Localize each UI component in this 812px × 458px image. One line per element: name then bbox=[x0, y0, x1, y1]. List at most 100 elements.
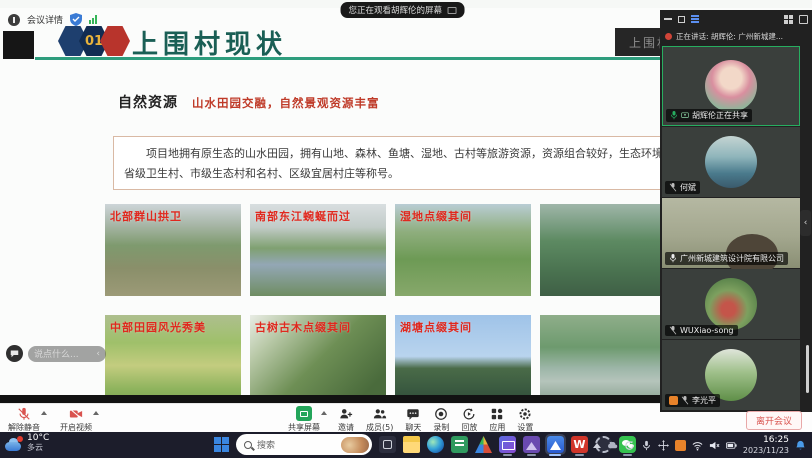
playback-icon bbox=[462, 406, 476, 421]
speaking-status: 正在讲话: 胡辉伦: 广州新城建... bbox=[676, 31, 783, 42]
start-video-button[interactable]: 开启视频 bbox=[60, 406, 92, 433]
battery-icon[interactable] bbox=[726, 440, 737, 451]
chat-collapse-icon[interactable]: ‹ bbox=[96, 349, 100, 359]
mail-app-button[interactable] bbox=[499, 436, 516, 453]
wps-office-button[interactable]: W bbox=[571, 436, 588, 453]
invite-button[interactable]: 邀请 bbox=[338, 406, 354, 433]
share-screen-button[interactable]: 共享屏幕 bbox=[288, 406, 320, 433]
hand-raised-icon bbox=[669, 396, 678, 405]
collapse-glyph: ‹ bbox=[804, 218, 808, 228]
photos-app-button[interactable] bbox=[475, 436, 492, 453]
tray-mic-icon[interactable] bbox=[641, 440, 652, 451]
camera-options-caret[interactable] bbox=[93, 411, 99, 415]
volume-icon[interactable] bbox=[709, 440, 720, 451]
photo-mountain-lake bbox=[540, 204, 676, 296]
photo-caption: 北部群山拱卫 bbox=[110, 208, 182, 224]
cloud-sync-icon[interactable] bbox=[607, 440, 618, 451]
notification-bell-icon[interactable] bbox=[795, 440, 806, 451]
search-placeholder: 搜索 bbox=[257, 438, 336, 451]
slide-logo: 01 bbox=[58, 25, 130, 57]
members-button[interactable]: 成员(5) bbox=[366, 406, 393, 433]
panel-collapse-handle[interactable]: ‹ bbox=[800, 210, 811, 236]
tray-app-icon[interactable] bbox=[675, 440, 686, 451]
quick-chat-placeholder: 说点什么... bbox=[34, 347, 79, 360]
photo-caption: 南部东江蜿蜒而过 bbox=[255, 208, 351, 224]
mic-on-icon bbox=[670, 111, 678, 120]
wifi-icon[interactable] bbox=[692, 440, 703, 451]
photo-wetland: 湿地点缀其间 bbox=[395, 204, 531, 296]
invite-icon bbox=[339, 406, 353, 421]
weather-icon bbox=[5, 436, 23, 451]
notes-app-button[interactable] bbox=[451, 436, 468, 453]
meeting-info-icon[interactable] bbox=[8, 14, 20, 26]
leave-meeting-button[interactable]: 离开会议 bbox=[746, 411, 802, 430]
apps-icon bbox=[490, 406, 504, 421]
settings-gear-icon bbox=[518, 406, 532, 421]
quick-chat-input[interactable]: 说点什么... ‹ bbox=[28, 346, 106, 362]
record-button[interactable]: 录制 bbox=[433, 406, 449, 433]
participant-tile-sharing[interactable]: 胡辉伦正在共享 bbox=[662, 46, 800, 126]
move-tool-icon[interactable] bbox=[658, 440, 669, 451]
restore-window-icon[interactable] bbox=[678, 16, 685, 23]
taskbar-weather-widget[interactable]: 10°C 多云 bbox=[5, 434, 49, 453]
microphone-muted-icon bbox=[17, 406, 31, 421]
settings-button[interactable]: 设置 bbox=[517, 406, 533, 433]
sharing-icon bbox=[681, 111, 689, 120]
network-signal-icon[interactable] bbox=[89, 15, 97, 24]
meeting-app-button[interactable] bbox=[547, 436, 564, 453]
screen-icon bbox=[447, 7, 456, 14]
search-icon bbox=[244, 441, 252, 449]
start-button[interactable] bbox=[214, 437, 229, 452]
participant-tile[interactable]: 何斌 bbox=[662, 127, 800, 197]
participant-name: 广州新城建筑设计院有限公司 bbox=[680, 253, 784, 264]
photo-caption: 古树古木点缀其间 bbox=[255, 319, 351, 335]
slide-body-text: 项目地拥有原生态的山水田园，拥有山地、森林、鱼塘、湿地、古村等旅游资源，资源组合… bbox=[124, 144, 747, 185]
apps-button[interactable]: 应用 bbox=[489, 406, 505, 433]
design-app-button[interactable] bbox=[523, 436, 540, 453]
meeting-details-label[interactable]: 会议详情 bbox=[27, 13, 63, 26]
participant-name: WUXiao-song bbox=[680, 326, 734, 335]
chat-button[interactable]: 聊天 bbox=[405, 406, 421, 433]
task-view-button[interactable] bbox=[379, 436, 396, 453]
watching-share-banner[interactable]: 您正在观看胡辉伦的屏幕 bbox=[341, 2, 465, 18]
avatar bbox=[705, 60, 757, 112]
avatar bbox=[705, 278, 757, 330]
participant-tile[interactable]: WUXiao-song bbox=[662, 269, 800, 339]
photo-grid: 北部群山拱卫 南部东江蜿蜒而过 湿地点缀其间 中部田园风光秀美 古树古木点缀其间… bbox=[105, 204, 676, 403]
sync-icon[interactable] bbox=[624, 440, 635, 451]
record-icon bbox=[434, 406, 448, 421]
minimize-icon[interactable] bbox=[664, 18, 672, 20]
security-shield-icon[interactable] bbox=[70, 13, 82, 26]
photo-farmland: 中部田园风光秀美 bbox=[105, 315, 241, 403]
participant-tile[interactable]: 李光平 bbox=[662, 340, 800, 410]
meeting-window: 上围村 01 上围村现状 自然资源 山水田园交融，自然景观资源丰富 项目地拥有原… bbox=[0, 0, 812, 458]
photo-caption: 湿地点缀其间 bbox=[400, 208, 472, 224]
panel-scrollbar[interactable] bbox=[806, 345, 809, 393]
slide-left-decoration bbox=[3, 31, 34, 59]
layout-switch-icon[interactable] bbox=[691, 15, 699, 23]
taskbar-clock[interactable]: 16:25 2023/11/23 bbox=[743, 435, 789, 455]
mic-options-caret[interactable] bbox=[41, 411, 47, 415]
share-options-caret[interactable] bbox=[321, 411, 327, 415]
mic-on-icon bbox=[669, 254, 677, 263]
taskbar-search[interactable]: 搜索 bbox=[236, 434, 372, 455]
recording-icon bbox=[665, 33, 672, 40]
edge-browser-button[interactable] bbox=[427, 436, 444, 453]
camera-off-icon bbox=[69, 406, 83, 421]
grid-view-icon[interactable] bbox=[784, 15, 793, 24]
participant-name: 何斌 bbox=[680, 182, 696, 193]
playback-button[interactable]: 回放 bbox=[461, 406, 477, 433]
photo-caption: 湖塘点缀其间 bbox=[400, 319, 472, 335]
mic-muted-icon bbox=[681, 396, 689, 405]
participants-panel: 正在讲话: 胡辉伦: 广州新城建... 胡辉伦正在共享 何斌 bbox=[660, 10, 812, 412]
fullscreen-icon[interactable] bbox=[799, 15, 808, 24]
wps-letter: W bbox=[573, 438, 585, 451]
clock-date: 2023/11/23 bbox=[743, 446, 789, 455]
section-subtitle: 山水田园交融，自然景观资源丰富 bbox=[192, 95, 380, 111]
avatar bbox=[705, 136, 757, 188]
participant-tile-video[interactable]: 广州新城建筑设计院有限公司 bbox=[662, 198, 800, 268]
unmute-button[interactable]: 解除静音 bbox=[8, 406, 40, 433]
bullet-chat-icon[interactable] bbox=[6, 345, 23, 362]
file-explorer-button[interactable] bbox=[403, 436, 420, 453]
tray-expand-icon[interactable] bbox=[593, 443, 601, 448]
